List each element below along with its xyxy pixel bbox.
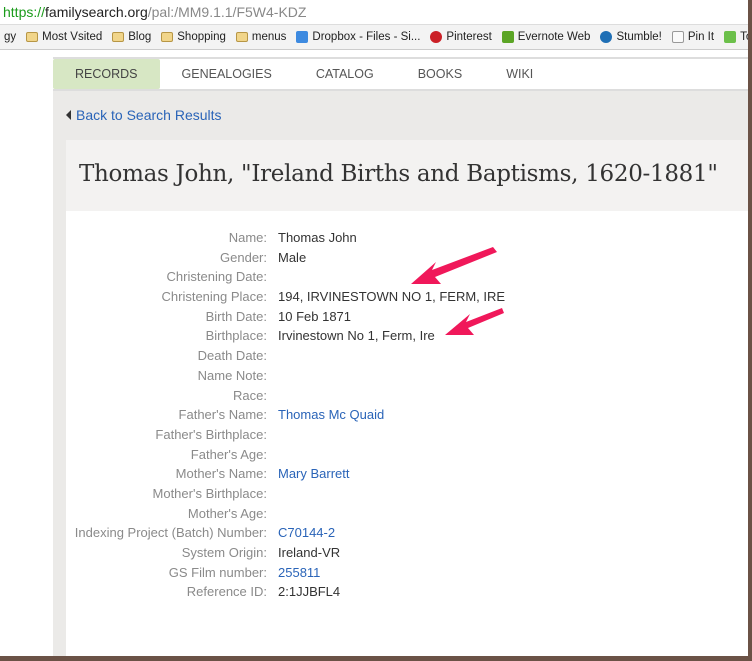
annotation-arrows: [411, 247, 504, 335]
arrow-icon: [411, 247, 497, 284]
arrow-icon: [445, 308, 504, 335]
